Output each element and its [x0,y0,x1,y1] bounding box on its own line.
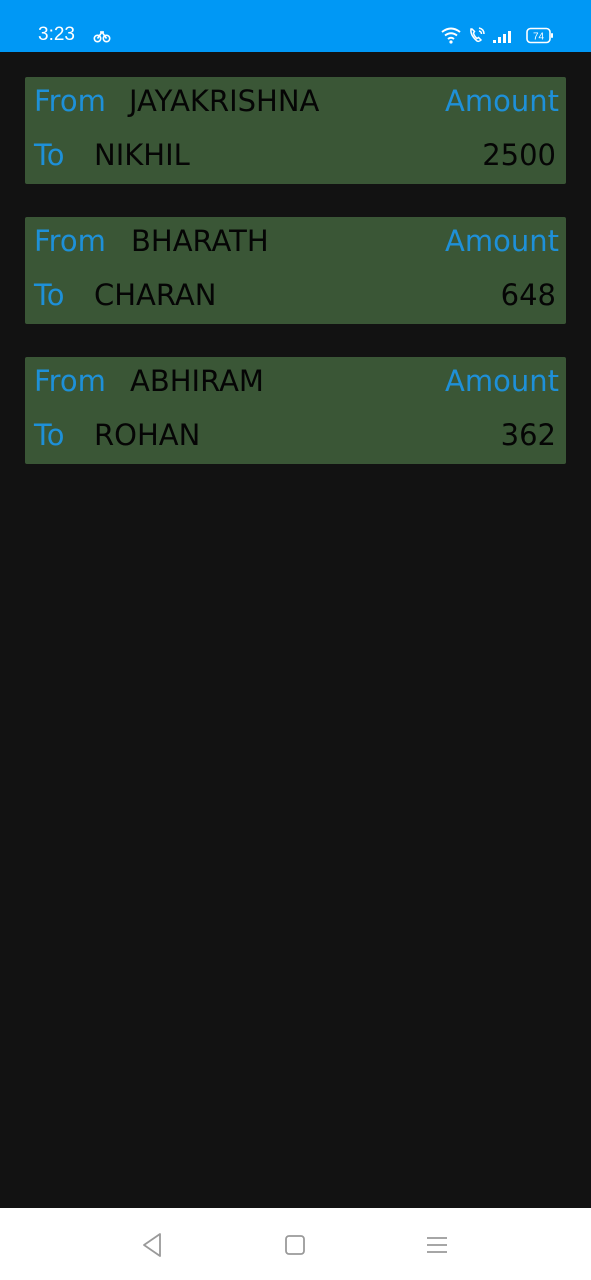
home-icon[interactable] [280,1230,310,1260]
amount-value: 362 [500,418,556,452]
status-time: 3:23 [38,24,75,45]
notification-app-icon [93,30,111,43]
signal-icon [493,31,511,43]
from-label: From [34,84,106,118]
to-name: CHARAN [94,278,217,312]
to-label: To [34,418,65,452]
menu-icon[interactable] [422,1230,452,1260]
from-name: ABHIRAM [130,364,264,398]
wifi-calling-icon [470,27,485,43]
to-name: ROHAN [94,418,201,452]
amount-label: Amount [445,84,559,118]
status-bar: 3:23 74 [0,0,591,52]
transaction-card[interactable]: From ABHIRAM Amount To ROHAN 362 [25,357,566,464]
svg-text:74: 74 [533,32,545,43]
transaction-card[interactable]: From JAYAKRISHNA Amount To NIKHIL 2500 [25,77,566,184]
navigation-bar [0,1208,591,1280]
to-label: To [34,278,65,312]
transactions-screen: From JAYAKRISHNA Amount To NIKHIL 2500 F… [0,52,591,1208]
transaction-card[interactable]: From BHARATH Amount To CHARAN 648 [25,217,566,324]
amount-label: Amount [445,364,559,398]
from-label: From [34,364,106,398]
amount-value: 2500 [482,138,556,172]
amount-label: Amount [445,224,559,258]
to-name: NIKHIL [94,138,190,172]
from-name: JAYAKRISHNA [129,84,320,118]
back-icon[interactable] [138,1230,168,1260]
wifi-icon [441,27,461,44]
from-label: From [34,224,106,258]
to-label: To [34,138,65,172]
amount-value: 648 [500,278,556,312]
from-name: BHARATH [131,224,269,258]
battery-icon: 74 [526,27,553,44]
